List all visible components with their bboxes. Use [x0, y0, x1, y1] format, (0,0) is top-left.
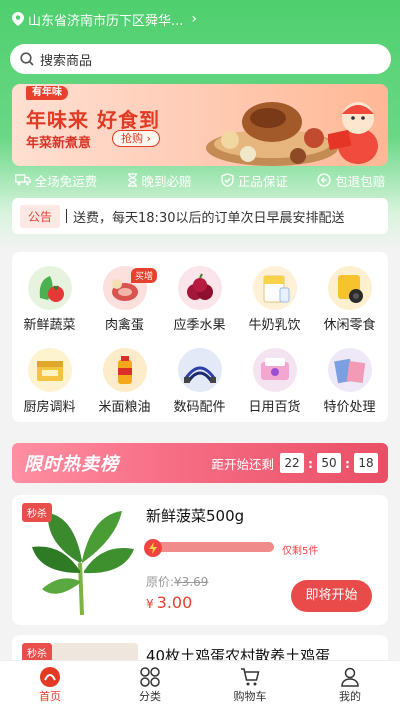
- product-card[interactable]: 秒杀 新鲜菠菜500g 仅剩5件 原价:¥3.69 ¥3.00 即将开始: [12, 495, 388, 625]
- original-price-label: 原价:: [146, 575, 175, 589]
- category-label: 应季水果: [173, 318, 226, 333]
- feature-label: 全场免运费: [34, 173, 98, 189]
- location-selector[interactable]: 山东省济南市历下区舜华... ›: [12, 9, 197, 29]
- banner-subtitle: 年菜新煮意: [26, 136, 92, 151]
- user-icon: [341, 667, 359, 687]
- tab-category[interactable]: 分类: [100, 661, 200, 711]
- truck-icon: [14, 174, 31, 186]
- sale-price-value: 3.00: [156, 593, 193, 612]
- sale-price: ¥3.00: [146, 593, 192, 612]
- category-oil[interactable]: 米面粮油: [87, 348, 162, 415]
- category-badge: 买增: [131, 268, 158, 283]
- stock-remaining: 仅剩5件: [282, 546, 319, 557]
- countdown-hours: 22: [280, 453, 304, 473]
- category-icon: [140, 667, 160, 687]
- lightning-icon: [144, 539, 162, 557]
- stock-progress-fill: [146, 542, 274, 552]
- home-icon: [40, 667, 60, 687]
- service-features: 全场免运费 晚到必赔 正品保证 包退包赔: [0, 170, 400, 190]
- feature-refund: 包退包赔: [317, 171, 385, 190]
- tab-cart[interactable]: 购物车: [200, 661, 300, 711]
- vegetables-icon: [27, 266, 72, 310]
- fruit-icon: [177, 266, 222, 310]
- announcement-label: 公告: [20, 204, 61, 228]
- category-label: 厨房调料: [23, 400, 76, 415]
- category-snacks[interactable]: 休闲零食: [312, 266, 387, 333]
- category-vegetables[interactable]: 新鲜蔬菜: [12, 266, 87, 333]
- coming-soon-button[interactable]: 即将开始: [291, 580, 372, 612]
- snacks-icon: [327, 266, 372, 310]
- return-icon: [317, 173, 331, 187]
- tab-home[interactable]: 首页: [0, 661, 100, 711]
- category-label: 日用百货: [248, 400, 301, 415]
- countdown-separator: :: [308, 455, 313, 471]
- promo-banner[interactable]: 有年味 年味来 好食到 年菜新煮意 抢购 ›: [12, 84, 388, 166]
- cart-icon: [241, 668, 260, 686]
- countdown-label: 距开始还剩: [211, 456, 274, 472]
- category-label: 休闲零食: [323, 318, 376, 333]
- flash-sale-header: 限时热卖榜 距开始还剩 22 : 50 : 18: [12, 443, 388, 483]
- banner-tag: 有年味: [26, 86, 68, 100]
- bottom-tab-bar: 首页 分类 购物车 我的: [0, 660, 400, 711]
- oil-icon: [102, 348, 147, 392]
- feature-free-shipping: 全场免运费: [14, 171, 98, 190]
- chevron-right-icon: ›: [191, 11, 198, 27]
- announcement-bar[interactable]: 公告 送费，每天18:30以后的订单次日早晨安排配送: [12, 198, 388, 234]
- stock-progress-bar: [146, 542, 274, 552]
- original-price-value: ¥3.69: [174, 575, 209, 589]
- search-bar[interactable]: 搜索商品: [10, 44, 391, 74]
- category-fruit[interactable]: 应季水果: [162, 266, 237, 333]
- category-label: 肉禽蛋: [104, 318, 144, 333]
- tab-profile[interactable]: 我的: [300, 661, 400, 711]
- shield-check-icon: [221, 173, 234, 187]
- tab-label: 我的: [339, 690, 361, 703]
- feature-late-compensation: 晚到必赔: [127, 171, 192, 190]
- divider: [66, 209, 68, 223]
- category-milk[interactable]: 牛奶乳饮: [237, 266, 312, 333]
- location-pin-icon: [12, 12, 24, 26]
- feature-label: 正品保证: [237, 173, 288, 189]
- category-sale[interactable]: 特价处理: [312, 348, 387, 415]
- original-price: 原价:¥3.69: [146, 573, 208, 590]
- milk-icon: [252, 266, 297, 310]
- sale-icon: [327, 348, 372, 392]
- countdown: 距开始还剩 22 : 50 : 18: [211, 453, 378, 473]
- category-label: 米面粮油: [98, 400, 151, 415]
- feature-label: 包退包赔: [335, 173, 386, 189]
- food-platter-image: [206, 102, 338, 166]
- currency-symbol: ¥: [146, 597, 154, 611]
- feature-label: 晚到必赔: [141, 173, 192, 189]
- countdown-minutes: 50: [317, 453, 341, 473]
- category-digital[interactable]: 数码配件: [162, 348, 237, 415]
- flash-sale-title: 限时热卖榜: [24, 454, 119, 475]
- cable-icon: [177, 348, 222, 392]
- hourglass-icon: [127, 173, 137, 187]
- category-daily[interactable]: 日用百货: [237, 348, 312, 415]
- countdown-separator: :: [345, 455, 350, 471]
- tab-label: 分类: [139, 690, 161, 703]
- tissue-icon: [252, 348, 297, 392]
- countdown-seconds: 18: [354, 453, 378, 473]
- product-name: 新鲜菠菜500g: [146, 507, 245, 525]
- category-seasoning[interactable]: 厨房调料: [12, 348, 87, 415]
- banner-title: 年味来 好食到: [26, 108, 160, 132]
- category-label: 牛奶乳饮: [248, 318, 301, 333]
- search-placeholder: 搜索商品: [40, 53, 93, 69]
- location-text: 山东省济南市历下区舜华...: [28, 13, 184, 29]
- mascot-image: [328, 102, 378, 164]
- flash-badge: 秒杀: [22, 503, 52, 522]
- tab-label: 购物车: [233, 690, 267, 703]
- feature-authentic: 正品保证: [221, 171, 288, 190]
- tab-label: 首页: [39, 690, 61, 703]
- banner-buy-button[interactable]: 抢购 ›: [112, 130, 160, 147]
- search-icon: [20, 52, 34, 66]
- announcement-text: 送费，每天18:30以后的订单次日早晨安排配送: [73, 210, 345, 226]
- category-label: 数码配件: [173, 400, 226, 415]
- seasoning-icon: [27, 348, 72, 392]
- category-meat[interactable]: 买增 肉禽蛋: [87, 266, 162, 333]
- category-grid: 新鲜蔬菜 买增 肉禽蛋 应季水果 牛奶乳饮 休闲零食 厨房调料 米面粮油 数码配…: [12, 252, 388, 422]
- category-label: 特价处理: [323, 400, 376, 415]
- category-label: 新鲜蔬菜: [23, 318, 76, 333]
